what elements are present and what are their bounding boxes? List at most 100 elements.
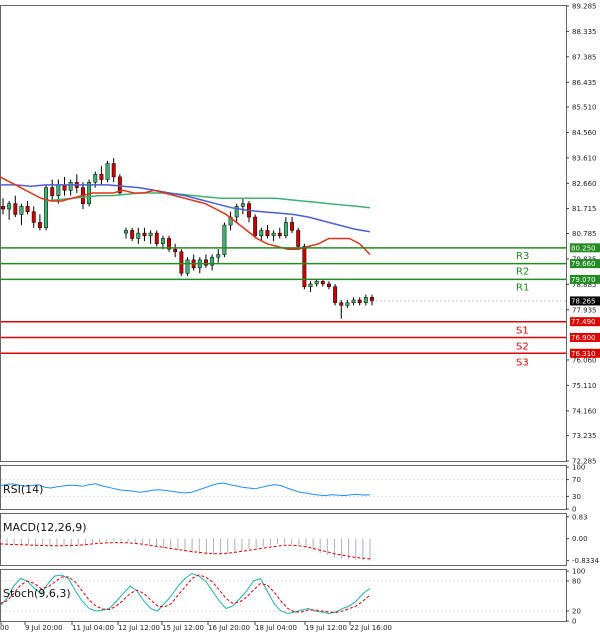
candle-body [68,181,73,191]
stoch-label: Stoch(9,6,3) [3,587,71,600]
level-name-s2: S2 [516,341,529,352]
level-price-label: 76.900 [571,334,596,342]
candle-body [142,232,147,237]
y-tick-label: 89.285 [572,3,597,11]
level-price-label: 77.490 [571,318,596,326]
candle-body [320,281,325,285]
x-tick-label: 22 Jul 16:00 [350,624,392,632]
level-price-label: 80.250 [571,244,596,252]
y-tick-label: 84.560 [572,129,597,137]
ma-mid-line [0,184,371,233]
candle-body [154,232,159,245]
rsi-pane: 100 70 30 0 [0,464,585,514]
y-tick-label: 73.235 [572,432,597,440]
candle-body [37,222,42,228]
candle-body [105,163,110,180]
y-tick-label: 80 [572,578,581,586]
level-name-r2: R2 [516,267,529,278]
x-tick-label: 9 Jul 20:00 [25,624,63,632]
main-price-pane: 89.285 88.335 87.385 86.435 85.510 84.560 83.6… [0,3,600,466]
candle-body [124,230,128,234]
rsi-line [0,482,371,497]
candle-body [50,187,55,196]
candle-body [351,299,356,303]
candle-body [173,248,178,253]
y-tick-label: 20 [572,608,581,616]
y-tick-label: 0 [572,506,576,514]
candle-body [56,184,61,196]
x-tick-label: 12 Jul 12:00 [118,624,160,632]
level-name-r3: R3 [516,251,529,262]
y-tick-label: 80.785 [572,230,597,238]
y-tick-label: 87.385 [572,53,597,61]
candle-body [62,184,67,191]
y-tick-label: 82.660 [572,180,597,188]
candle-body [31,211,36,223]
x-tick-label: 15 Jul 12:00 [162,624,204,632]
y-tick-label: -0.8334 [572,557,600,565]
candle-body [1,206,5,210]
candle-body [259,230,264,237]
candle-body [283,222,288,237]
level-price-label: 76.310 [571,350,596,358]
y-tick-label: 86.435 [572,79,597,87]
candle-body [302,246,307,287]
candle-body [277,232,282,237]
candle-body [253,216,258,237]
y-tick-label: 0.83 [572,513,588,521]
candle-body [185,259,190,274]
candle-body [160,238,165,245]
level-name-r1: R1 [516,282,529,293]
y-tick-label: 88.335 [572,28,597,36]
x-tick-label: 00 [0,624,9,632]
candle-body [204,259,208,266]
main-pane-frame [0,5,567,462]
level-name-s1: S1 [516,326,529,337]
ma-fast-line [0,176,371,256]
x-tick-label: 11 Jul 04:00 [72,624,114,632]
y-tick-label: 75.110 [572,382,597,390]
candle-body [44,187,48,228]
candle-body [222,224,227,255]
y-tick-label: 100 [572,464,585,472]
candle-body [179,251,184,274]
x-tick-label: 19 Jul 12:00 [305,624,347,632]
candle-body [130,230,135,239]
chart-canvas: 89.285 88.335 87.385 86.435 85.510 84.560 83.6… [0,3,600,632]
candle-body [271,232,276,237]
candle-body [370,297,374,302]
candle-body [25,206,30,212]
x-axis: 00 9 Jul 20:00 11 Jul 04:00 12 Jul 12:00 15 … [0,622,392,632]
trading-chart: 89.285 88.335 87.385 86.435 85.510 84.560 83.6… [0,0,600,635]
candle-body [13,203,18,215]
candle-body [339,302,344,306]
stoch-pane-frame [0,569,567,622]
level-price-label: 79.070 [571,276,596,284]
y-tick-label: 70 [572,476,581,484]
candle-body [290,222,294,231]
level-price-label: 79.660 [571,260,596,268]
y-tick-label: 100 [572,568,585,576]
y-tick-label: 0.00 [572,535,588,543]
candle-body [7,203,12,210]
candle-body [333,286,338,303]
y-tick-label: 0 [572,618,576,626]
candle-body [111,163,116,178]
y-tick-label: 83.610 [572,154,597,162]
candle-body [240,203,245,207]
level-name-s3: S3 [516,357,529,368]
candle-body [345,302,350,306]
macd-pane: 0.83 0.00 -0.8334 [0,513,600,565]
x-tick-label: 18 Jul 04:00 [255,624,297,632]
candle-body [93,173,98,183]
candle-body [296,230,301,247]
y-tick-label: 77.935 [572,306,597,314]
last-price-label: 78.265 [571,297,596,305]
macd-label: MACD(12,26,9) [3,521,87,534]
y-tick-label: 74.160 [572,407,597,415]
candle-body [308,283,313,287]
rsi-label: RSI(14) [3,483,43,496]
x-tick-label: 16 Jul 20:00 [208,624,250,632]
candle-body [314,281,319,285]
candle-body [327,283,331,287]
